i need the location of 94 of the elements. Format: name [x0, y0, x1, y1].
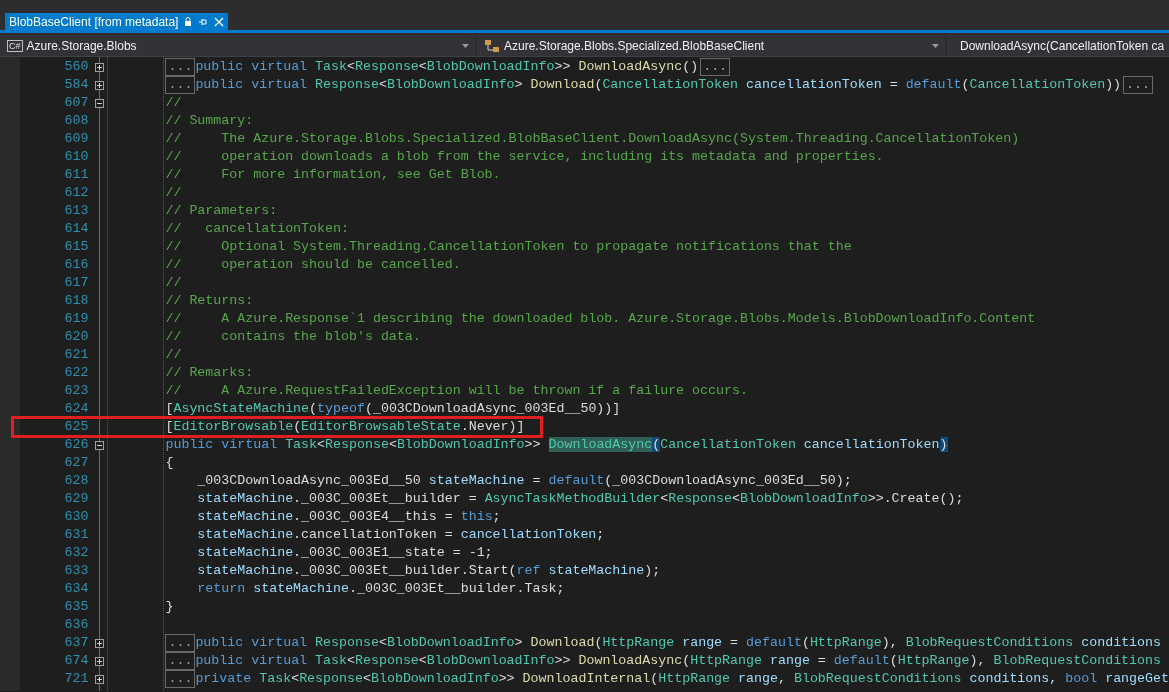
code-line: public virtual Task<Response<BlobDownloadInfo>> DownloadAsync(): [195, 58, 699, 77]
line-number: 613: [63, 202, 89, 221]
code-line: stateMachine._003C_003Et__builder = AsyncTaskMethodBuilder<Response<BlobDownloadInfo>>.Create();: [196, 490, 964, 509]
line-number: 620: [63, 328, 89, 347]
line-number: 635: [63, 598, 89, 617]
line-number: 633: [63, 562, 89, 581]
collapsed-code-marker[interactable]: ...: [165, 652, 196, 670]
collapsed-code-marker[interactable]: ...: [165, 670, 196, 688]
code-comment: // Summary:: [165, 112, 254, 131]
line-number: 627: [63, 454, 89, 473]
collapse-icon[interactable]: [94, 98, 104, 108]
line-number: 623: [63, 382, 89, 401]
code-comment: // The Azure.Storage.Blobs.Specialized.BlobBaseClient.DownloadAsync(System.Threading.CancellationToken): [165, 130, 1020, 149]
line-number: 624: [63, 400, 89, 419]
caret-icon: [932, 43, 939, 48]
pin-icon[interactable]: [198, 16, 209, 27]
code-comment: // operation downloads a blob from the service, including its metadata and properties.: [165, 148, 884, 167]
line-number: 634: [63, 580, 89, 599]
code-line: stateMachine._003C_003E1__state = -1;: [196, 544, 493, 563]
line-number: 674: [63, 652, 89, 671]
code-line: public virtual Response<BlobDownloadInfo> Download(CancellationToken cancellationToken = default(CancellationToken)): [195, 76, 1122, 95]
code-comment: //: [165, 184, 182, 203]
caret-icon: [462, 43, 469, 48]
line-number: 622: [63, 364, 89, 383]
line-number: 609: [63, 130, 89, 149]
code-comment: // A Azure.RequestFailedException will be thrown if a failure occurs.: [165, 382, 748, 401]
code-line: _003CDownloadAsync_003Ed__50 stateMachine = default(_003CDownloadAsync_003Ed__50);: [196, 472, 852, 491]
line-number: 616: [63, 256, 89, 275]
line-number: 584: [63, 76, 89, 95]
line-number: 610: [63, 148, 89, 167]
line-number: 632: [63, 544, 89, 563]
line-number: 621: [63, 346, 89, 365]
line-number: 721: [63, 670, 89, 689]
code-line: public virtual Response<BlobDownloadInfo> Download(HttpRange range = default(HttpRange), BlobRequestConditions conditions: [195, 634, 1162, 653]
code-line: private Task<Response<BlobDownloadInfo>> DownloadInternal(HttpRange range, BlobRequestConditions conditions, bool rangeGet: [195, 670, 1169, 689]
navigation-dropdown[interactable]: Azure.Storage.Blobs.Specialized.BlobBaseClient: [477, 35, 945, 56]
code-comment: // cancellationToken:: [165, 220, 349, 239]
expand-icon[interactable]: [94, 638, 104, 648]
line-number: 628: [63, 472, 89, 491]
navigation-dropdown[interactable]: DownloadAsync(CancellationToken ca: [947, 35, 1169, 56]
code-comment: // For more information, see Get Blob.: [165, 166, 501, 185]
line-number: 631: [63, 526, 89, 545]
code-comment: // A Azure.Response`1 describing the downloaded blob. Azure.Storage.Blobs.Models.BlobDownloadInfo.Content: [165, 310, 1036, 329]
code-line: {: [165, 454, 174, 473]
code-line: public virtual Task<Response<BlobDownloadInfo>> DownloadAsync(CancellationToken cancellationToken): [165, 436, 948, 455]
code-line: [AsyncStateMachine(typeof(_003CDownloadAsync_003Ed__50))]: [165, 400, 621, 419]
line-number: 612: [63, 184, 89, 203]
line-number: 637: [63, 634, 89, 653]
close-icon[interactable]: [214, 16, 225, 27]
line-number: 630: [63, 508, 89, 527]
code-comment: // Returns:: [165, 292, 254, 311]
line-number: 617: [63, 274, 89, 293]
line-number: 629: [63, 490, 89, 509]
line-number: 611: [63, 166, 89, 185]
expand-icon[interactable]: [94, 80, 104, 90]
code-line: return stateMachine._003C_003Et__builder.Task;: [196, 580, 565, 599]
code-comment: //: [165, 94, 182, 113]
collapsed-code-marker[interactable]: ...: [165, 76, 196, 94]
class-icon: [484, 38, 500, 53]
navigation-dropdown[interactable]: C# Azure.Storage.Blobs: [0, 35, 475, 56]
line-number: 618: [63, 292, 89, 311]
collapse-icon[interactable]: [94, 440, 104, 450]
line-number: 636: [63, 616, 89, 635]
collapsed-code-marker[interactable]: ...: [700, 58, 731, 76]
line-number: 619: [63, 310, 89, 329]
expand-icon[interactable]: [94, 674, 104, 684]
expand-icon[interactable]: [94, 656, 104, 666]
code-comment: // operation should be cancelled.: [165, 256, 461, 275]
csharp-file-icon: C#: [7, 39, 23, 52]
code-comment: // Parameters:: [165, 202, 278, 221]
line-number: 614: [63, 220, 89, 239]
code-comment: // Remarks:: [165, 364, 254, 383]
expand-icon[interactable]: [94, 62, 104, 72]
code-line: }: [165, 598, 174, 617]
document-tab[interactable]: BlobBaseClient [from metadata]: [5, 13, 229, 30]
line-number: 626: [63, 436, 89, 455]
code-comment: // Optional System.Threading.CancellationToken to propagate notifications that the: [165, 238, 852, 257]
line-number: 615: [63, 238, 89, 257]
line-number: 560: [63, 58, 89, 77]
collapsed-code-marker[interactable]: ...: [1123, 76, 1154, 94]
code-comment: //: [165, 346, 182, 365]
code-line: public virtual Task<Response<BlobDownloadInfo>> DownloadAsync(HttpRange range = default(HttpRange), BlobRequestConditions: [195, 652, 1162, 671]
collapsed-code-marker[interactable]: ...: [165, 58, 196, 76]
line-number: 625: [63, 418, 89, 437]
line-number: 608: [63, 112, 89, 131]
lock-icon: [184, 16, 193, 27]
code-comment: // contains the blob's data.: [165, 328, 421, 347]
code-line: [EditorBrowsable(EditorBrowsableState.Never)]: [165, 418, 525, 437]
collapsed-code-marker[interactable]: ...: [165, 634, 196, 652]
code-line: stateMachine._003C_003E4__this = this;: [196, 508, 501, 527]
code-line: stateMachine.cancellationToken = cancellationToken;: [196, 526, 605, 545]
code-comment: //: [165, 274, 182, 293]
line-number: 607: [63, 94, 89, 113]
code-line: stateMachine._003C_003Et__builder.Start(ref stateMachine);: [196, 562, 661, 581]
